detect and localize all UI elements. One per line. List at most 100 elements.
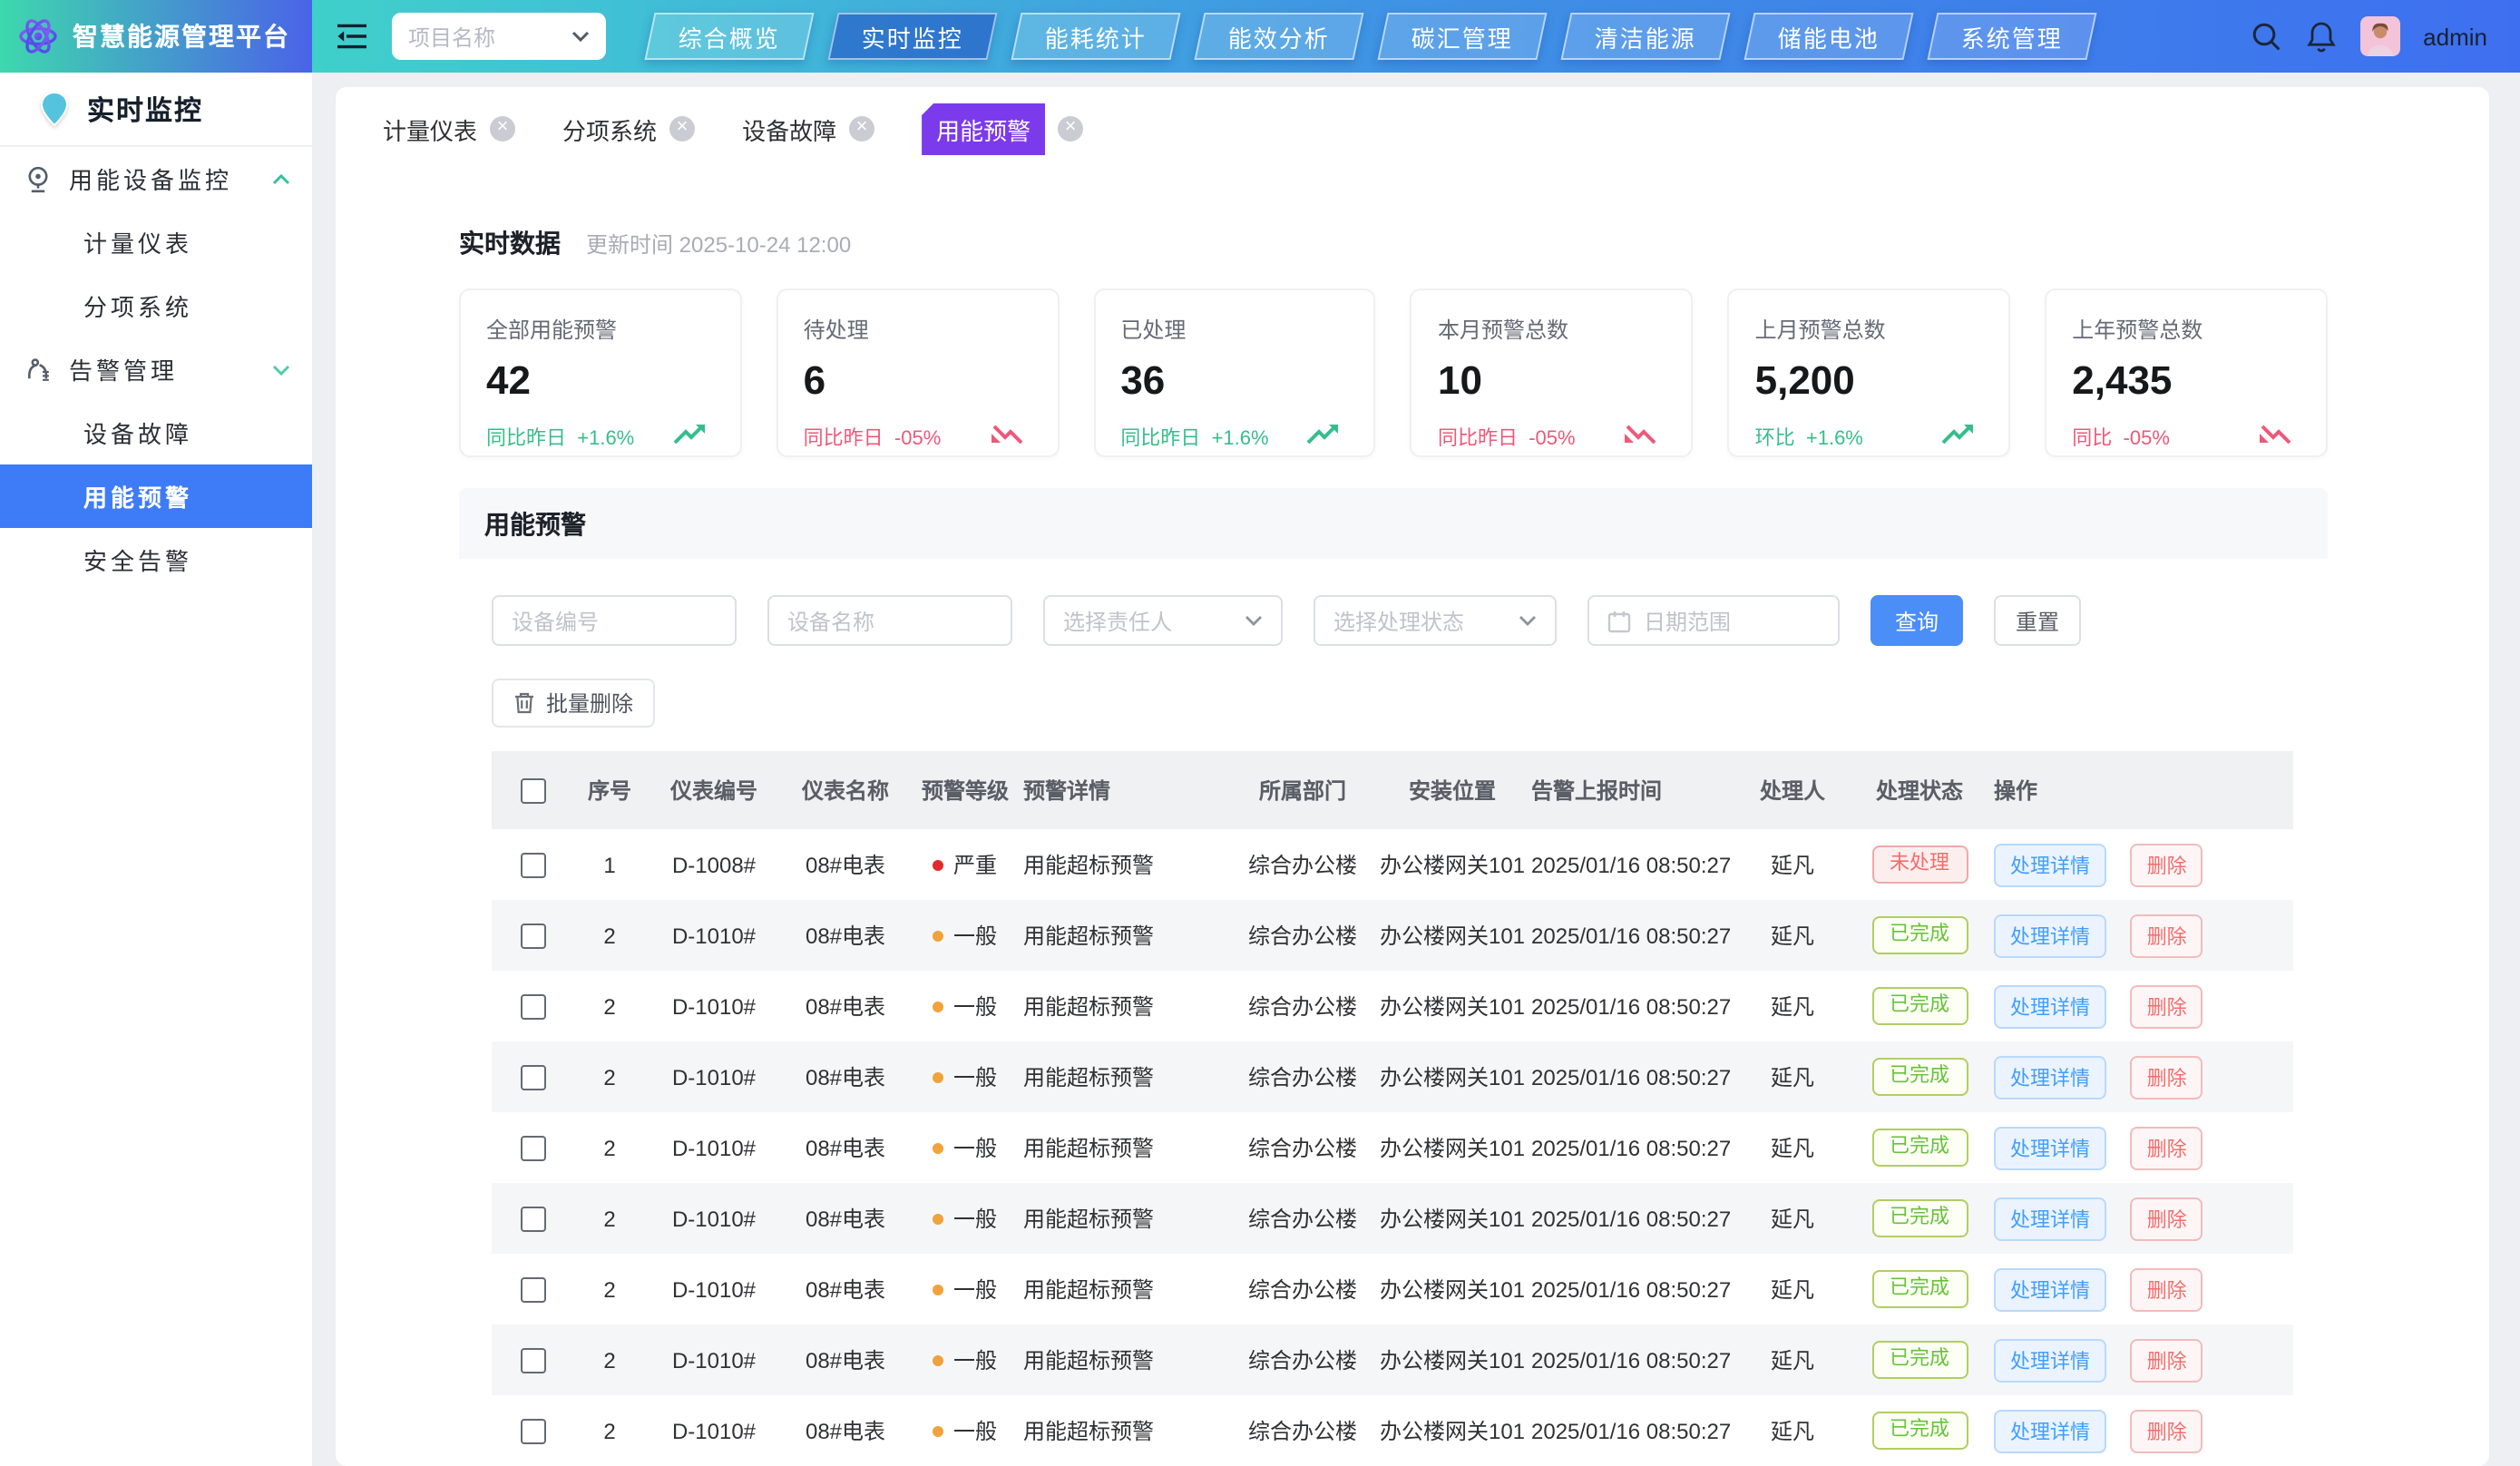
tab-bar: 计量仪表 × 分项系统 × 设备故障 × 用能预警 × [336,87,2489,152]
detail-button[interactable]: 处理详情 [1994,843,2106,886]
trash-icon [513,691,535,715]
severity-dot [933,1214,944,1225]
date-placeholder: 日期范围 [1644,605,1820,636]
sidebar-item[interactable]: 用能预警 [0,464,312,528]
chevron-down-icon [272,364,290,375]
sidebar-header: 实时监控 [0,73,312,145]
delete-button[interactable]: 删除 [2131,914,2203,957]
tab-close-icon[interactable]: × [1058,116,1083,142]
calendar-icon [1607,609,1631,632]
status-badge: 已完成 [1871,987,1968,1025]
delete-button[interactable]: 删除 [2131,1409,2203,1452]
status-badge: 未处理 [1871,845,1968,884]
delete-button[interactable]: 删除 [2131,1338,2203,1382]
row-checkbox[interactable] [520,853,545,878]
detail-button[interactable]: 处理详情 [1994,1197,2106,1240]
stat-cards: 全部用能预警 42 同比昨日 +1.6% 待处理 6 同比昨日 -05% 已处理… [459,288,2328,457]
delete-button[interactable]: 删除 [2131,984,2203,1028]
topnav-item[interactable]: 储能电池 [1743,13,1913,60]
detail-button[interactable]: 处理详情 [1994,1409,2106,1452]
row-checkbox[interactable] [520,1207,545,1232]
column-header: 所属部门 [1230,751,1375,829]
trend-down-icon [2257,421,2293,452]
severity-dot [933,1355,944,1366]
detail-button[interactable]: 处理详情 [1994,1338,2106,1382]
reset-button[interactable]: 重置 [1994,595,2081,646]
row-checkbox[interactable] [520,994,545,1020]
tab-label: 设备故障 [742,112,836,146]
row-checkbox[interactable] [520,1348,545,1373]
trend-up-icon [671,421,708,452]
row-checkbox[interactable] [520,1136,545,1161]
sidebar-item[interactable]: 安全告警 [0,528,312,591]
severity-dot [933,860,944,871]
sidebar-item[interactable]: 分项系统 [0,274,312,337]
delete-button[interactable]: 删除 [2131,1267,2203,1311]
energy-warning-panel: 用能预警 设备编号 设备名称 选择责任人 [459,488,2328,1466]
sidebar-group-label: 用能设备监控 [69,161,232,196]
detail-button[interactable]: 处理详情 [1994,1126,2106,1169]
row-checkbox[interactable] [520,1065,545,1090]
column-header: 处理人 [1738,751,1847,829]
sidebar-item[interactable]: 设备故障 [0,401,312,464]
delete-button[interactable]: 删除 [2131,1126,2203,1169]
severity-dot [933,1143,944,1154]
sidebar-group[interactable]: 用能设备监控 [0,147,312,210]
detail-button[interactable]: 处理详情 [1994,1267,2106,1311]
sidebar-collapse-icon[interactable] [336,24,368,49]
topnav-item[interactable]: 清洁能源 [1560,13,1730,60]
search-icon[interactable] [2249,20,2281,53]
stat-value: 36 [1120,357,1356,405]
delete-button[interactable]: 删除 [2131,843,2203,886]
row-checkbox[interactable] [520,1277,545,1303]
query-button[interactable]: 查询 [1870,595,1963,646]
trend-up-icon [1939,421,1976,452]
tab-close-icon[interactable]: × [669,116,695,142]
topnav-item[interactable]: 能耗统计 [1011,13,1180,60]
topnav-item[interactable]: 系统管理 [1927,13,2096,60]
batch-delete-button[interactable]: 批量删除 [492,679,655,728]
owner-select[interactable]: 选择责任人 [1043,595,1283,646]
username-label[interactable]: admin [2423,23,2487,50]
topnav-item[interactable]: 能效分析 [1194,13,1363,60]
detail-button[interactable]: 处理详情 [1994,984,2106,1028]
topnav-item[interactable]: 实时监控 [827,13,997,60]
date-range-input[interactable]: 日期范围 [1587,595,1840,646]
column-header: 仪表编号 [646,751,782,829]
delete-button[interactable]: 删除 [2131,1197,2203,1240]
tab[interactable]: 用能预警 × [922,103,1083,155]
tab[interactable]: 设备故障 × [742,112,874,146]
sidebar-item[interactable]: 计量仪表 [0,210,312,274]
topnav-item[interactable]: 综合概览 [644,13,814,60]
status-select[interactable]: 选择处理状态 [1314,595,1557,646]
tab-label: 计量仪表 [383,112,477,146]
column-header: 告警上报时间 [1529,751,1738,829]
user-avatar[interactable] [2359,16,2399,56]
delete-button[interactable]: 删除 [2131,1055,2203,1099]
tab-close-icon[interactable]: × [490,116,515,142]
device-no-input[interactable]: 设备编号 [492,595,737,646]
row-checkbox[interactable] [520,1419,545,1444]
logo-atom-icon [16,15,60,58]
stat-card: 已处理 36 同比昨日 +1.6% [1093,288,1376,457]
project-select[interactable]: 项目名称 [392,13,606,60]
sidebar-group[interactable]: 告警管理 [0,337,312,401]
page: 智慧能源管理平台 项目名称 综合概览实时监控能耗统计能效分析碳汇管理清洁能源储能… [0,0,2520,1466]
tab-close-icon[interactable]: × [849,116,874,142]
alarm-icon [24,355,53,384]
device-name-input[interactable]: 设备名称 [767,595,1012,646]
top-navbar: 智慧能源管理平台 项目名称 综合概览实时监控能耗统计能效分析碳汇管理清洁能源储能… [0,0,2520,73]
sidebar-menu: 用能设备监控 计量仪表 分项系统 告警管理 设备故障 用能预警 安全告警 [0,147,312,591]
tab[interactable]: 分项系统 × [562,112,695,146]
topnav-item[interactable]: 碳汇管理 [1377,13,1547,60]
detail-button[interactable]: 处理详情 [1994,914,2106,957]
sidebar-item-label: 安全告警 [83,542,192,577]
row-checkbox[interactable] [520,924,545,949]
select-all-checkbox[interactable] [520,778,545,804]
tab[interactable]: 计量仪表 × [383,112,515,146]
chevron-up-icon [272,173,290,184]
sidebar-item-label: 计量仪表 [83,225,192,259]
bell-icon[interactable] [2305,20,2336,53]
detail-button[interactable]: 处理详情 [1994,1055,2106,1099]
stat-value: 6 [804,357,1040,405]
